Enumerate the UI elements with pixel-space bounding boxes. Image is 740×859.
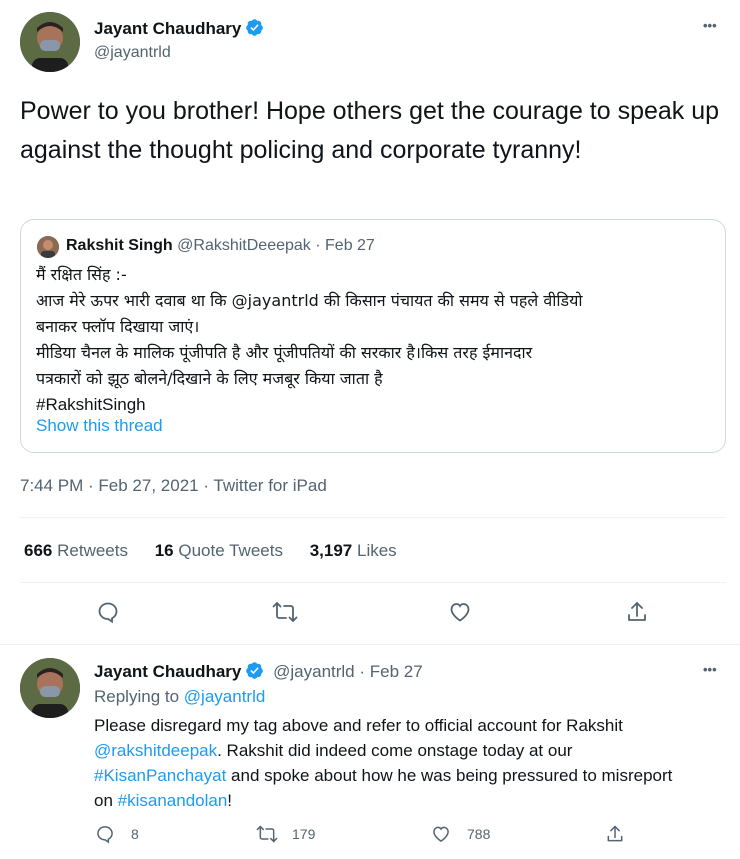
mention-link[interactable]: @rakshitdeepak bbox=[94, 741, 217, 760]
reply-reply-button[interactable]: 8 bbox=[95, 824, 139, 844]
quoted-tweet-card[interactable]: Rakshit Singh @RakshitDeeepak · Feb 27 म… bbox=[20, 219, 726, 453]
author-name[interactable]: Jayant Chaudhary bbox=[94, 18, 264, 42]
verified-badge-icon bbox=[245, 661, 264, 685]
reply-date[interactable]: Feb 27 bbox=[370, 662, 423, 681]
quoted-line: बनाकर फ्लॉप दिखाया जाएं। bbox=[36, 317, 200, 336]
quoted-header: Rakshit Singh @RakshitDeeepak · Feb 27 bbox=[66, 237, 375, 255]
likes-count: 3,197 bbox=[309, 541, 353, 560]
reply-more-options-icon[interactable]: ••• bbox=[703, 662, 717, 677]
reply-like-button[interactable]: 788 bbox=[431, 824, 490, 844]
reply-header: Jayant Chaudhary @jayantrld · Feb 27 bbox=[94, 661, 423, 685]
share-icon[interactable] bbox=[625, 600, 649, 624]
retweet-count: 179 bbox=[292, 826, 316, 842]
likes-label: Likes bbox=[356, 541, 397, 560]
heart-icon[interactable] bbox=[448, 600, 472, 624]
quoted-hashtag: #RakshitSingh bbox=[36, 395, 146, 414]
reply-line: Please disregard my tag above and refer … bbox=[94, 716, 623, 735]
quoted-line: मैं रक्षित सिंह :- bbox=[36, 265, 127, 284]
divider bbox=[20, 517, 726, 518]
quoted-author-name: Rakshit Singh bbox=[66, 237, 173, 254]
quoted-line: पत्रकारों को झूठ बोलने/दिखाने के लिए मजब… bbox=[36, 369, 383, 388]
reply-line-text: ! bbox=[227, 791, 233, 810]
quotes-stat[interactable]: 16 Quote Tweets bbox=[155, 541, 283, 560]
reply-line-text: on bbox=[94, 791, 118, 810]
reply-count: 8 bbox=[131, 826, 139, 842]
author-name-text[interactable]: Jayant Chaudhary bbox=[94, 19, 241, 38]
reply-date-separator: · bbox=[359, 662, 366, 681]
quoted-line: मीडिया चैनल के मालिक पूंजीपति है और पूंज… bbox=[36, 343, 533, 362]
heart-icon bbox=[431, 824, 451, 844]
hashtag-link[interactable]: #kisanandolan bbox=[118, 791, 228, 810]
author-handle[interactable]: @jayantrld bbox=[94, 44, 171, 62]
share-icon[interactable] bbox=[605, 824, 625, 844]
reply-line-text: . Rakshit did indeed come onstage today … bbox=[217, 741, 573, 760]
reply-author-name[interactable]: Jayant Chaudhary bbox=[94, 662, 241, 681]
reply-icon[interactable] bbox=[96, 600, 120, 624]
retweet-icon[interactable] bbox=[272, 600, 298, 624]
quoted-author-avatar bbox=[37, 236, 59, 258]
stats-bar: 666 Retweets 16 Quote Tweets 3,197 Likes bbox=[24, 541, 397, 561]
quoted-tweet-body: मैं रक्षित सिंह :- आज मेरे ऊपर भारी दवाब… bbox=[36, 262, 716, 418]
retweets-label: Retweets bbox=[57, 541, 128, 560]
more-options-icon[interactable]: ••• bbox=[703, 18, 717, 33]
reply-line: @rakshitdeepak. Rakshit did indeed come … bbox=[94, 738, 734, 763]
reply-author-handle[interactable]: @jayantrld bbox=[273, 662, 355, 681]
like-count: 788 bbox=[467, 826, 491, 842]
divider bbox=[20, 582, 726, 583]
quoted-date: Feb 27 bbox=[325, 237, 375, 254]
author-avatar[interactable] bbox=[20, 12, 80, 72]
tweet-timestamp[interactable]: 7:44 PM · Feb 27, 2021 · Twitter for iPa… bbox=[20, 476, 327, 496]
retweets-stat[interactable]: 666 Retweets bbox=[24, 541, 128, 560]
hashtag-link[interactable]: #KisanPanchayat bbox=[94, 766, 226, 785]
replying-to-prefix: Replying to bbox=[94, 687, 180, 706]
reply-icon bbox=[95, 824, 115, 844]
retweet-icon bbox=[256, 824, 278, 844]
divider bbox=[0, 644, 740, 645]
reply-author-avatar[interactable] bbox=[20, 658, 80, 718]
show-thread-link[interactable]: Show this thread bbox=[36, 416, 163, 436]
reply-line: #KisanPanchayat and spoke about how he w… bbox=[94, 763, 734, 788]
quoted-author-handle: @RakshitDeeepak bbox=[177, 237, 311, 254]
reply-line-text: and spoke about how he was being pressur… bbox=[226, 766, 673, 785]
tweet-text: Power to you brother! Hope others get th… bbox=[20, 97, 720, 164]
quoted-line: आज मेरे ऊपर भारी दवाब था कि @jayantrld क… bbox=[36, 291, 583, 310]
quoted-date-separator: · bbox=[315, 237, 321, 254]
verified-badge-icon bbox=[245, 18, 264, 42]
reply-line: on #kisanandolan! bbox=[94, 788, 734, 813]
replying-to-link[interactable]: @jayantrld bbox=[184, 687, 266, 706]
reply-retweet-button[interactable]: 179 bbox=[256, 824, 315, 844]
reply-text: Please disregard my tag above and refer … bbox=[94, 713, 734, 813]
replying-to: Replying to @jayantrld bbox=[94, 687, 265, 707]
retweets-count: 666 bbox=[24, 541, 53, 560]
likes-stat[interactable]: 3,197 Likes bbox=[310, 541, 397, 560]
quotes-count: 16 bbox=[154, 541, 174, 560]
quotes-label: Quote Tweets bbox=[178, 541, 283, 560]
